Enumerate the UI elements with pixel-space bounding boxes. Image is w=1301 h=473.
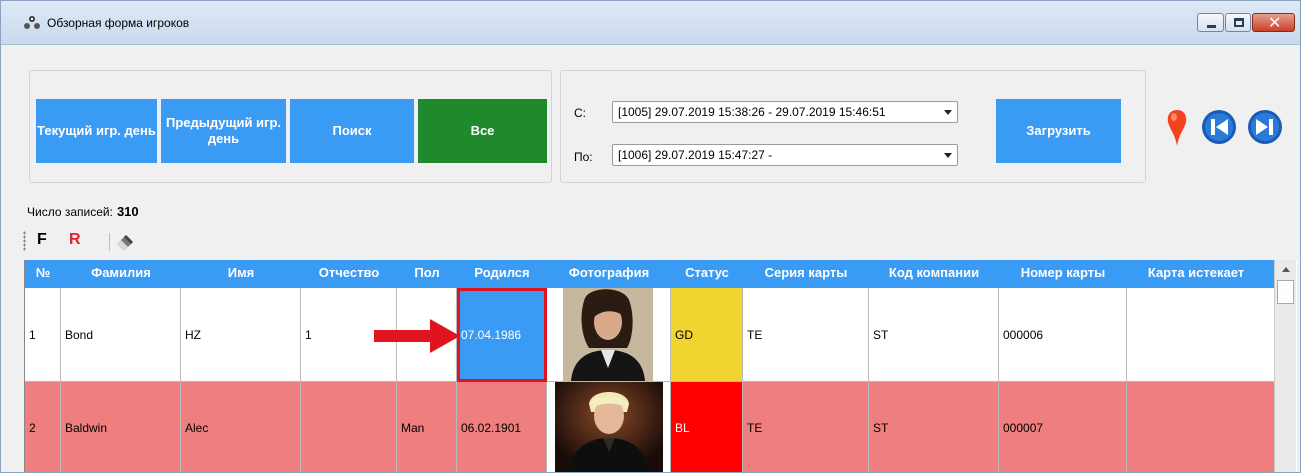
players-form-icon (24, 16, 40, 29)
from-label: С: (574, 106, 586, 120)
title-bar: Обзорная форма игроков ✕ (1, 1, 1300, 45)
cell-card-expires (1127, 288, 1275, 382)
column-header[interactable]: Отчество (301, 260, 397, 288)
column-header[interactable]: Статус (671, 260, 743, 288)
cell-patronymic (301, 382, 397, 472)
filter-button[interactable]: F (37, 231, 47, 249)
previous-day-button[interactable]: Предыдущий игр. день (161, 99, 286, 163)
records-value: 310 (116, 204, 139, 219)
table-header: № Фамилия Имя Отчество Пол Родился Фотог… (25, 260, 1275, 288)
load-button[interactable]: Загрузить (996, 99, 1121, 163)
column-header[interactable]: № (25, 260, 61, 288)
cell-surname: Bond (61, 288, 181, 382)
chevron-down-icon (944, 153, 952, 158)
annotation-arrow-icon (374, 319, 460, 353)
skip-forward-icon[interactable] (1247, 109, 1283, 145)
cell-card-series: TE (743, 382, 869, 472)
status-badge: BL (671, 382, 743, 472)
minimize-button[interactable] (1197, 13, 1224, 32)
chevron-up-icon (1281, 266, 1290, 272)
search-button[interactable]: Поиск (290, 99, 414, 163)
column-header[interactable]: Пол (397, 260, 457, 288)
toolbar-separator (109, 233, 110, 251)
reset-button[interactable]: R (69, 231, 81, 249)
player-photo (555, 382, 663, 472)
column-header[interactable]: Фамилия (61, 260, 181, 288)
maximize-button[interactable] (1225, 13, 1251, 32)
table-row[interactable]: 1 Bond HZ 1 07.04.1986 GD TE ST 000006 (25, 288, 1275, 382)
skip-back-icon[interactable] (1201, 109, 1237, 145)
cell-photo (547, 382, 671, 472)
column-header[interactable]: Номер карты (999, 260, 1127, 288)
table-row[interactable]: 2 Baldwin Alec Man 06.02.1901 BL TE ST 0… (25, 382, 1275, 472)
maximize-icon (1234, 18, 1244, 27)
eraser-icon[interactable] (114, 232, 136, 252)
players-table: № Фамилия Имя Отчество Пол Родился Фотог… (24, 260, 1297, 472)
column-header[interactable]: Фотография (547, 260, 671, 288)
cell-number: 1 (25, 288, 61, 382)
cell-surname: Baldwin (61, 382, 181, 472)
day-filter-panel: Текущий игр. день Предыдущий игр. день П… (29, 70, 552, 183)
status-badge: GD (671, 288, 743, 382)
chevron-down-icon (944, 110, 952, 115)
minimize-icon (1207, 25, 1216, 28)
player-photo (563, 288, 653, 381)
records-label: Число записей: (27, 205, 113, 219)
date-range-panel: С: [1005] 29.07.2019 15:38:26 - 29.07.20… (560, 70, 1146, 183)
column-header[interactable]: Родился (457, 260, 547, 288)
close-button[interactable]: ✕ (1252, 13, 1295, 32)
cell-name: Alec (181, 382, 301, 472)
grid-toolbar: F R (23, 227, 1273, 257)
scroll-thumb[interactable] (1277, 280, 1294, 304)
column-header[interactable]: Имя (181, 260, 301, 288)
window-title: Обзорная форма игроков (47, 16, 190, 30)
column-header[interactable]: Серия карты (743, 260, 869, 288)
current-day-button[interactable]: Текущий игр. день (36, 99, 157, 163)
records-count: Число записей: 310 (27, 204, 139, 219)
cell-born: 06.02.1901 (457, 382, 547, 472)
to-select[interactable]: [1006] 29.07.2019 15:47:27 - (612, 144, 958, 166)
cell-card-series: TE (743, 288, 869, 382)
map-pin-icon[interactable] (1164, 108, 1190, 148)
from-select[interactable]: [1005] 29.07.2019 15:38:26 - 29.07.2019 … (612, 101, 958, 123)
column-header[interactable]: Код компании (869, 260, 999, 288)
from-select-value: [1005] 29.07.2019 15:38:26 - 29.07.2019 … (618, 105, 886, 119)
cell-company-code: ST (869, 288, 999, 382)
toolbar-grip[interactable] (23, 231, 26, 251)
to-label: По: (574, 150, 593, 164)
cell-card-number: 000006 (999, 288, 1127, 382)
cell-name: HZ (181, 288, 301, 382)
cell-born-selected[interactable]: 07.04.1986 (457, 288, 547, 382)
cell-sex: Man (397, 382, 457, 472)
close-icon: ✕ (1268, 13, 1282, 32)
vertical-scrollbar[interactable] (1274, 260, 1296, 472)
cell-photo (547, 288, 671, 382)
scroll-up-button[interactable] (1275, 260, 1296, 278)
cell-card-expires (1127, 382, 1275, 472)
cell-number: 2 (25, 382, 61, 472)
players-overview-window: Обзорная форма игроков ✕ Текущий игр. де… (0, 0, 1301, 473)
to-select-value: [1006] 29.07.2019 15:47:27 - (618, 148, 773, 162)
all-button[interactable]: Все (418, 99, 547, 163)
column-header[interactable]: Карта истекает (1127, 260, 1265, 288)
cell-card-number: 000007 (999, 382, 1127, 472)
cell-company-code: ST (869, 382, 999, 472)
